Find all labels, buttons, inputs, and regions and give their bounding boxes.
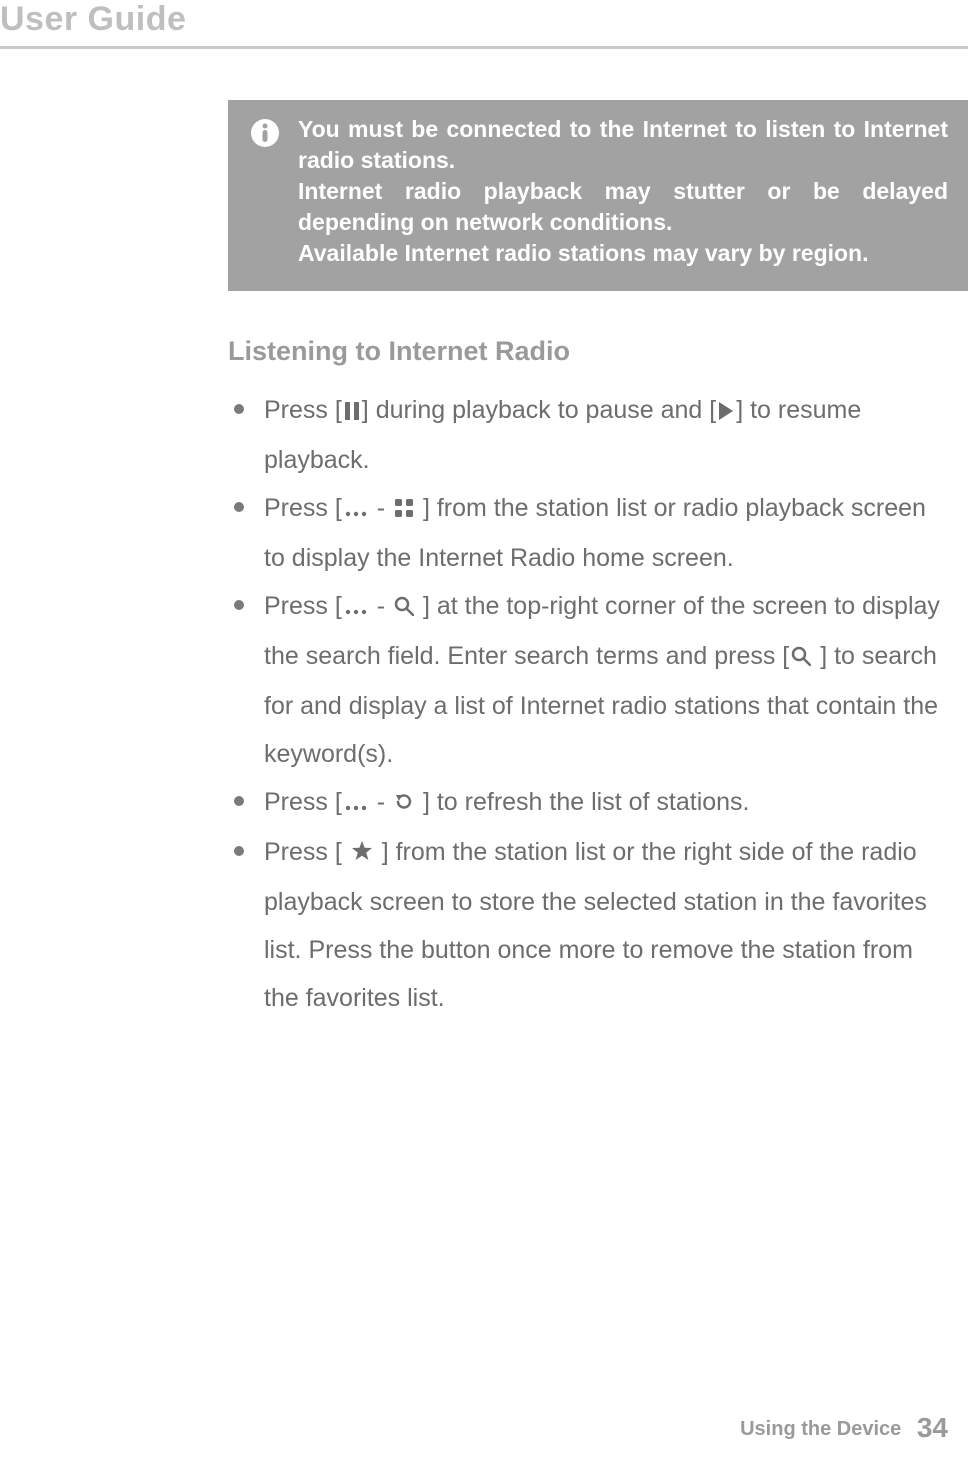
bullet-dot [234,502,244,512]
grid-home-icon [394,486,414,534]
star-icon [351,830,373,878]
list-item: Press [ - ] to refresh the list of stati… [228,778,948,828]
text: - [370,494,392,522]
text: ] during playback to pause and [ [362,396,716,424]
footer-section-label: Using the Device [740,1418,901,1440]
bullet-dot [234,404,244,414]
text: ] to refresh the list of stations. [416,788,749,816]
section-heading: Listening to Internet Radio [228,336,570,367]
search-icon [791,634,811,682]
more-dots-icon [344,584,368,632]
bullet-dot [234,846,244,856]
pause-icon [344,388,360,436]
instruction-list: Press [ ] during playback to pause and []… [228,386,948,1022]
bullet-dot [234,796,244,806]
alert-icon [250,118,280,148]
list-item: Press [ - ] from the station list or rad… [228,484,948,582]
text: Press [ [264,396,342,424]
list-item: Press [ - ] at the top-right corner of t… [228,582,948,778]
text: Press [ [264,788,342,816]
footer: Using the Device 34 [740,1412,948,1444]
list-item: Press [ ] from the station list or the r… [228,828,948,1022]
search-icon [394,584,414,632]
page-title: User Guide [0,0,186,39]
text: Press [ [264,592,342,620]
info-callout: You must be connected to the Internet to… [228,100,968,291]
horizontal-rule [0,46,968,49]
callout-line: Available Internet radio stations may va… [298,238,948,269]
page-number: 34 [917,1412,948,1443]
text: - [370,592,392,620]
refresh-icon [394,780,414,828]
list-item: Press [] during playback to pause and []… [228,386,948,484]
text: - [370,788,392,816]
callout-line: You must be connected to the Internet to… [298,114,948,176]
bullet-dot [234,600,244,610]
callout-line: Internet radio playback may stutter or b… [298,176,948,238]
text: Press [ [264,838,349,866]
more-dots-icon [344,486,368,534]
play-icon [718,388,734,436]
text: Press [ [264,494,342,522]
more-dots-icon [344,780,368,828]
